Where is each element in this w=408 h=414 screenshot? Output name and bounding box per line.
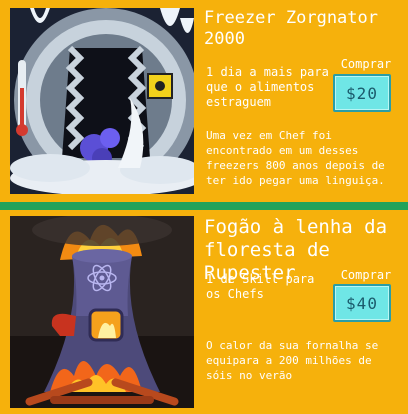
shop-item-wood-stove: Fogão à lenha da floresta de Rupester 1 …: [0, 210, 408, 414]
item-title: Freezer Zorgnator 2000: [204, 8, 378, 49]
item-description: O calor da sua fornalha se equipara a 20…: [206, 339, 379, 382]
wood-stove-illustration-icon: [10, 216, 194, 408]
price-label: $20: [346, 83, 378, 103]
price-label: $40: [346, 293, 378, 313]
buy-label: Comprar: [340, 57, 392, 71]
item-benefit: 1 dia a mais para que o alimentos estrag…: [206, 65, 329, 109]
freezer-illustration-icon: [10, 8, 194, 194]
item-description: Uma vez em Chef foi encontrado em um des…: [206, 129, 385, 187]
buy-button-wood-stove[interactable]: $40: [333, 284, 391, 322]
item-benefit: 1 de Skill para os Chefs: [206, 272, 315, 301]
buy-label: Comprar: [340, 268, 392, 282]
buy-button-freezer[interactable]: $20: [333, 74, 391, 112]
shop-item-freezer: Freezer Zorgnator 2000 1 dia a mais para…: [0, 0, 408, 202]
